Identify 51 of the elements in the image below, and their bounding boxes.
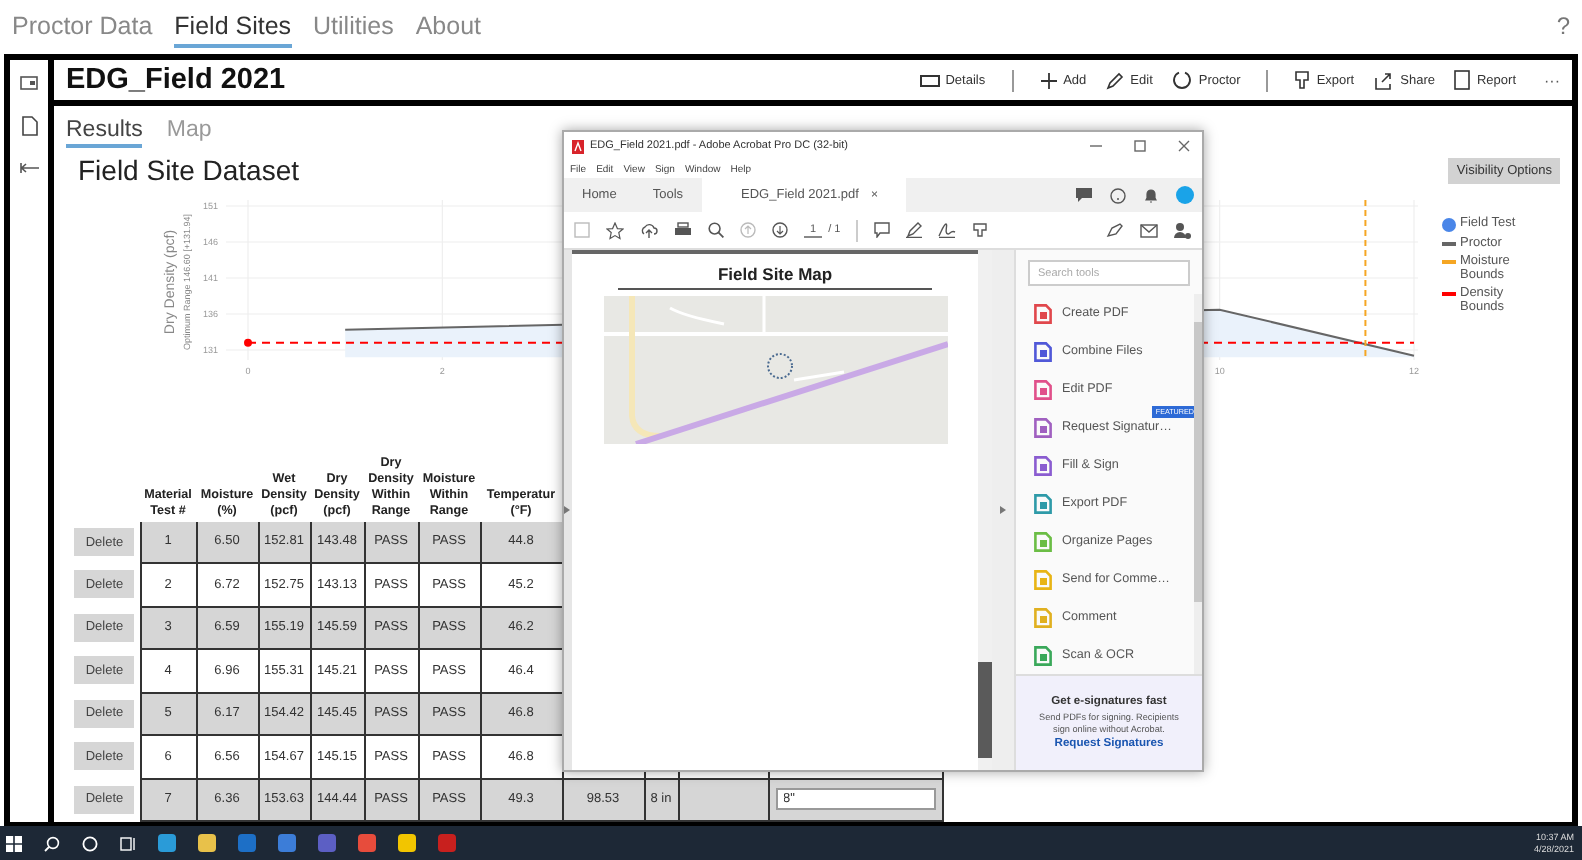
nav-tab[interactable]: Field Sites (174, 4, 292, 48)
app-icon[interactable] (278, 834, 296, 852)
sign-icon[interactable] (1106, 222, 1124, 238)
print-icon[interactable] (674, 222, 692, 238)
help-icon[interactable] (1110, 187, 1126, 203)
scrollbar[interactable] (1194, 294, 1202, 675)
close-icon[interactable] (1178, 140, 1190, 152)
nav-tab[interactable]: About (415, 4, 481, 48)
view-tab[interactable]: Results (66, 118, 143, 148)
minimize-icon[interactable] (1090, 140, 1102, 152)
chat-icon[interactable] (1076, 188, 1092, 202)
monitor-icon (919, 73, 940, 87)
page-heading: Field Site Map (617, 264, 933, 290)
stamp-icon (1294, 70, 1311, 90)
document-icon[interactable] (21, 116, 37, 136)
more-button[interactable]: ··· (1544, 71, 1560, 89)
app-icon[interactable] (198, 834, 216, 852)
nav-tab[interactable]: Utilities (313, 4, 394, 48)
dataset-title: Field Site Dataset (78, 154, 299, 186)
star-icon[interactable] (606, 221, 624, 239)
pen-icon[interactable] (906, 222, 923, 238)
pdf-icon (572, 139, 584, 153)
card-icon[interactable] (20, 76, 38, 90)
app-icon[interactable] (158, 834, 176, 852)
app-icon[interactable] (358, 834, 376, 852)
windows-icon[interactable] (6, 835, 22, 851)
site-title: EDG_Field 2021 (66, 64, 286, 96)
page-icon (1454, 70, 1471, 90)
scrollbar[interactable] (978, 250, 993, 770)
stamp-icon[interactable] (972, 222, 989, 238)
page-down-icon[interactable] (772, 222, 788, 238)
task-view-icon[interactable] (120, 835, 136, 851)
search-icon[interactable] (708, 222, 724, 238)
maximize-icon[interactable] (1134, 140, 1146, 152)
upload-icon[interactable] (640, 222, 658, 238)
mail-icon[interactable] (1140, 223, 1158, 237)
app-icon[interactable] (398, 834, 416, 852)
signature-icon[interactable] (938, 222, 957, 238)
arrow-icon[interactable] (19, 162, 39, 174)
plus-icon (1039, 71, 1058, 89)
expand-arrow-icon[interactable] (1000, 506, 1007, 514)
pencil-icon (1106, 71, 1125, 89)
circle-icon[interactable] (82, 835, 98, 851)
help-button[interactable]: ? (1556, 12, 1570, 40)
user-icon[interactable] (1174, 221, 1192, 239)
bell-icon[interactable] (1144, 187, 1158, 203)
expand-arrow-icon[interactable] (564, 506, 570, 514)
share-icon (1374, 71, 1395, 89)
nav-tab[interactable]: Proctor Data (12, 4, 153, 48)
data-point (244, 338, 252, 347)
comment-icon[interactable] (874, 222, 891, 238)
